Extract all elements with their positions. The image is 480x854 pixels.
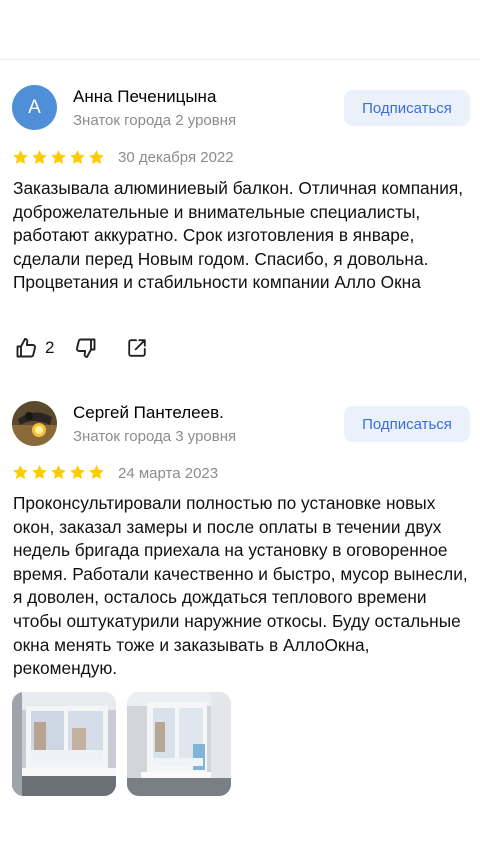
window-photo [12, 692, 116, 796]
thumb-down-icon [76, 338, 96, 358]
avatar[interactable]: А [12, 85, 57, 130]
dislike-button[interactable] [74, 336, 98, 360]
star-icon [89, 150, 104, 164]
star-icon [70, 465, 85, 479]
like-button[interactable]: 2 [14, 336, 54, 360]
share-icon [128, 339, 147, 357]
author-name[interactable]: Анна Печеницына [73, 87, 216, 107]
star-icon [89, 465, 104, 479]
subscribe-button[interactable]: Подписаться [344, 90, 470, 126]
window-photo [127, 692, 231, 796]
top-divider [0, 59, 480, 60]
user-photo [12, 401, 57, 446]
star-icon [70, 150, 85, 164]
avatar[interactable] [12, 401, 57, 446]
like-count: 2 [45, 338, 55, 357]
star-icon [51, 465, 66, 479]
review-photo[interactable] [12, 692, 116, 796]
author-name[interactable]: Сергей Пантелеев. [73, 403, 224, 423]
review-date: 30 декабря 2022 [118, 149, 234, 166]
review-photo[interactable] [127, 692, 231, 796]
share-button[interactable] [126, 337, 148, 359]
star-icon [32, 465, 47, 479]
review-text: Заказывала алюминиевый балкон. Отличная … [13, 178, 464, 293]
avatar-letter: А [28, 96, 41, 118]
subscribe-button[interactable]: Подписаться [344, 406, 470, 442]
star-icon [13, 465, 28, 479]
star-icon [13, 150, 28, 164]
review-actions: 2 [14, 336, 148, 360]
star-rating [12, 464, 105, 481]
star-icon [51, 150, 66, 164]
review-date: 24 марта 2023 [118, 465, 219, 482]
review-text: Проконсультировали полностью по установк… [13, 493, 468, 679]
star-rating [12, 149, 105, 166]
author-level: Знаток города 2 уровня [73, 112, 237, 129]
thumb-up-icon [16, 338, 36, 358]
star-icon [32, 150, 47, 164]
author-level: Знаток города 3 уровня [73, 428, 237, 445]
